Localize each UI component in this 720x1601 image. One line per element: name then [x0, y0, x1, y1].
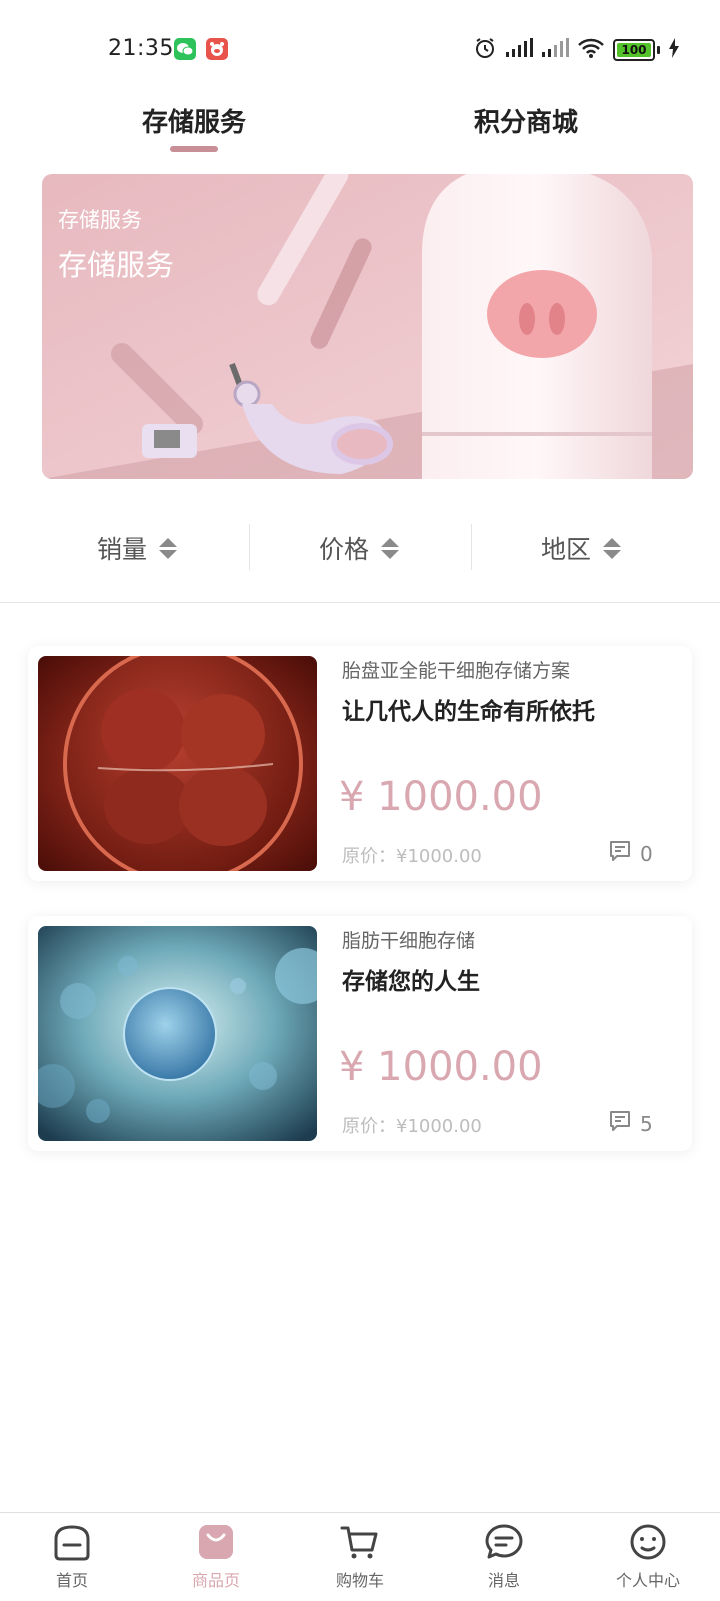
charging-icon [668, 38, 680, 62]
top-tabs: 存储服务 积分商城 [0, 96, 720, 156]
nav-messages-label: 消息 [487, 1571, 520, 1590]
product-title: 让几代人的生命有所依托 [342, 699, 595, 725]
battery-level: 100 [621, 43, 647, 57]
nav-goods[interactable]: 商品页 [166, 1521, 266, 1591]
product-price: ¥ 1000.00 [339, 774, 543, 820]
wechat-icon [174, 38, 196, 60]
tab-points-mall[interactable]: 积分商城 [474, 102, 578, 139]
comment-icon [608, 839, 632, 868]
product-title: 存储您的人生 [342, 969, 480, 995]
sort-arrows-icon [159, 537, 178, 559]
product-original-price: 原价：¥1000.00 [342, 846, 482, 867]
nav-profile-label: 个人中心 [615, 1571, 680, 1590]
sort-divider [471, 524, 472, 570]
comment-count: 0 [640, 841, 653, 866]
sort-arrows-icon [381, 537, 400, 559]
sort-by-region[interactable]: 地区 [541, 530, 622, 566]
product-card[interactable]: 脂肪干细胞存储 存储您的人生 ¥ 1000.00 原价：¥1000.00 5 [28, 916, 692, 1151]
sort-arrows-icon [603, 537, 622, 559]
banner-subtitle: 存储服务 [58, 208, 142, 232]
divider [0, 602, 720, 603]
product-image-embryo [38, 656, 317, 871]
status-bar: 21:35 100 [0, 0, 720, 92]
alarm-icon [473, 36, 497, 64]
product-image-stem-cell [38, 926, 317, 1141]
sort-by-price[interactable]: 价格 [319, 530, 400, 566]
product-original-price: 原价：¥1000.00 [342, 1116, 482, 1137]
active-tab-indicator [170, 146, 218, 152]
smiley-icon [598, 1521, 698, 1563]
status-time: 21:35 [108, 36, 174, 61]
sort-bar: 销量 价格 地区 [0, 520, 720, 576]
comment-count: 5 [640, 1111, 653, 1136]
product-comments[interactable]: 5 [608, 1109, 653, 1138]
battery-cap [657, 46, 660, 54]
comment-icon [608, 1109, 632, 1138]
cart-icon [310, 1521, 410, 1563]
product-comments[interactable]: 0 [608, 839, 653, 868]
nav-home[interactable]: 首页 [22, 1521, 122, 1591]
nav-cart[interactable]: 购物车 [310, 1521, 410, 1591]
nav-cart-label: 购物车 [335, 1571, 384, 1590]
bottom-nav: 首页 商品页 购物车 消息 个人中心 [0, 1512, 720, 1601]
promo-banner[interactable]: 存储服务 存储服务 [42, 174, 693, 479]
nav-profile[interactable]: 个人中心 [598, 1521, 698, 1591]
message-icon [454, 1521, 554, 1563]
nav-messages[interactable]: 消息 [454, 1521, 554, 1591]
nav-goods-label: 商品页 [191, 1571, 240, 1590]
product-category: 胎盘亚全能干细胞存储方案 [342, 660, 571, 682]
product-category: 脂肪干细胞存储 [342, 930, 476, 952]
pig-app-icon [206, 38, 228, 60]
product-card[interactable]: 胎盘亚全能干细胞存储方案 让几代人的生命有所依托 ¥ 1000.00 原价：¥1… [28, 646, 692, 881]
sort-sales-label: 销量 [97, 535, 148, 564]
sort-region-label: 地区 [541, 535, 592, 564]
sort-price-label: 价格 [319, 535, 370, 564]
signal-icon-2 [541, 38, 569, 62]
status-indicators: 100 [473, 36, 680, 64]
signal-icon [505, 38, 533, 62]
battery-icon: 100 [613, 39, 655, 61]
tab-storage-service[interactable]: 存储服务 [142, 102, 246, 139]
banner-title: 存储服务 [58, 248, 175, 282]
wifi-icon [577, 37, 605, 63]
home-icon [22, 1521, 122, 1563]
product-price: ¥ 1000.00 [339, 1044, 543, 1090]
sort-by-sales[interactable]: 销量 [97, 530, 178, 566]
nav-home-label: 首页 [55, 1571, 88, 1590]
sort-divider [249, 524, 250, 570]
shopping-bag-icon [166, 1521, 266, 1563]
